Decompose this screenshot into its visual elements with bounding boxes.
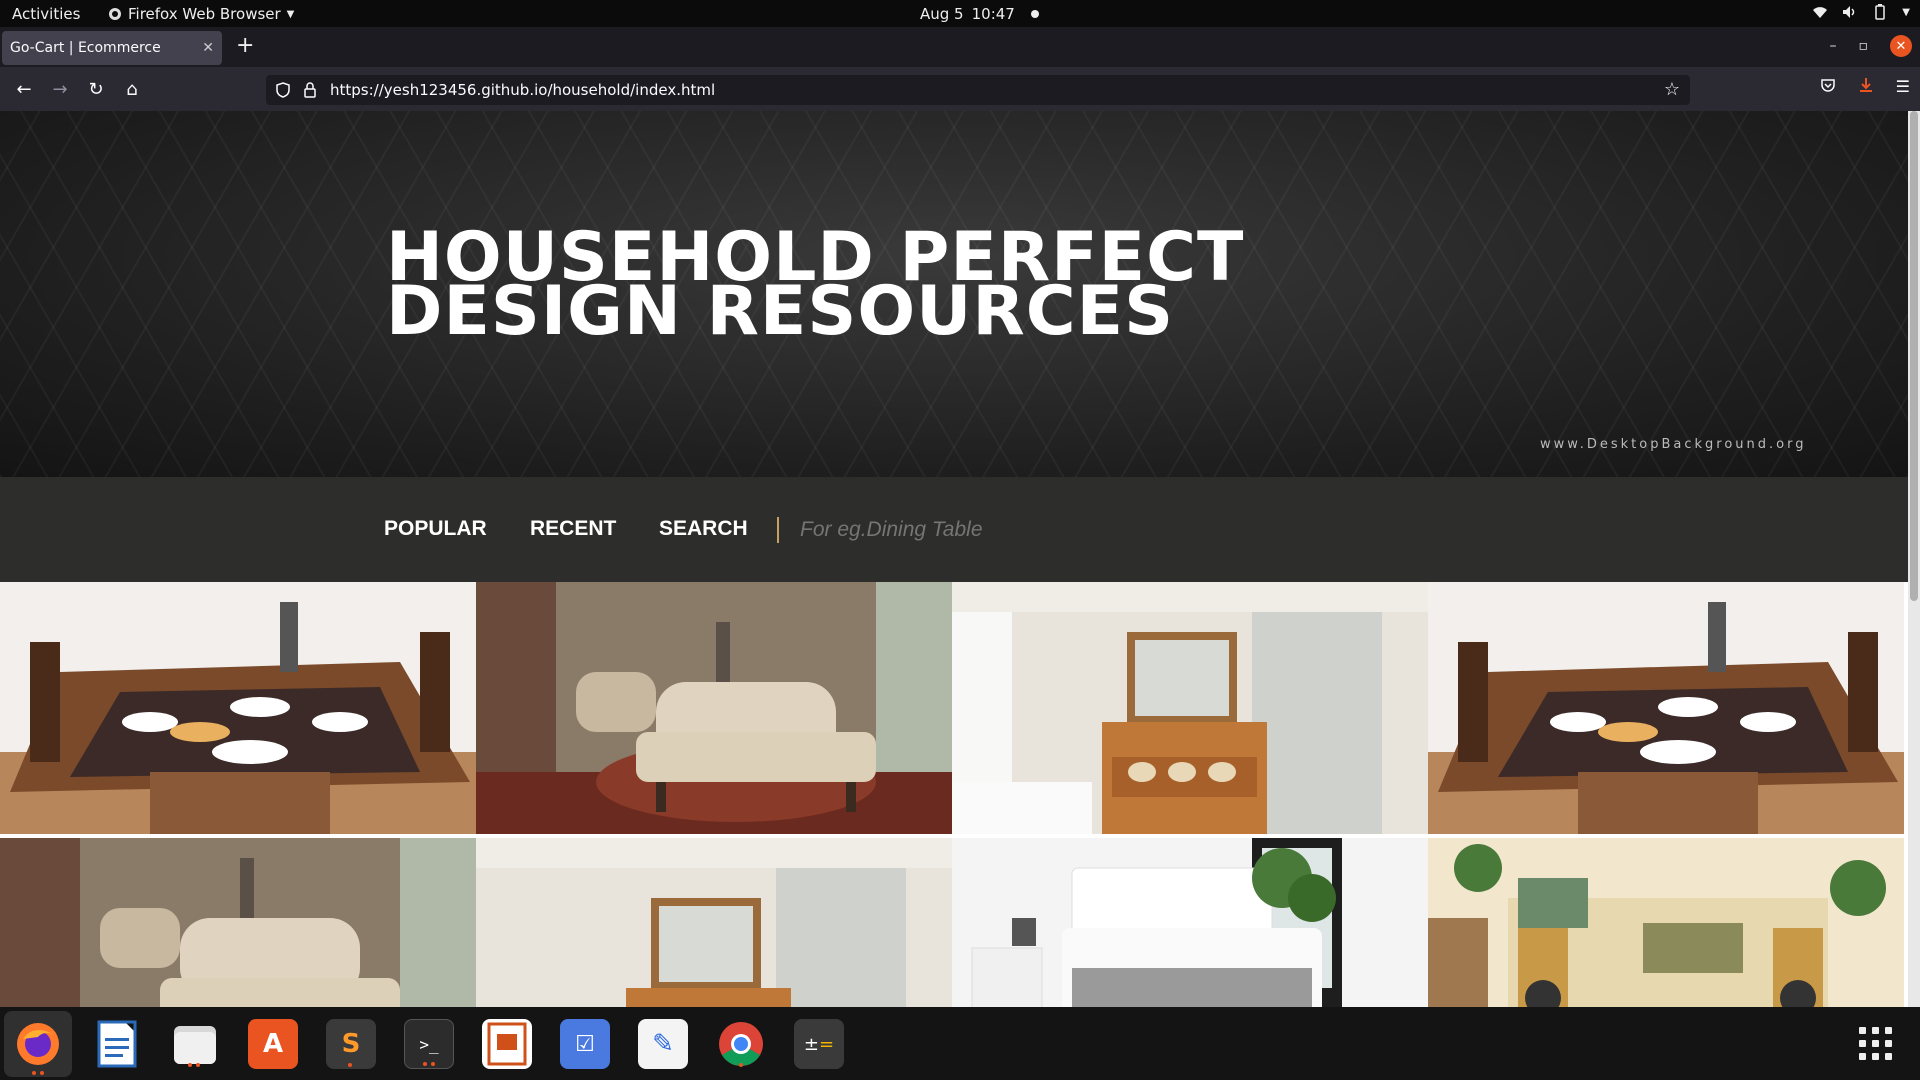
lock-icon[interactable]	[304, 82, 316, 98]
armchair-image	[0, 838, 476, 1007]
running-indicator	[32, 1071, 44, 1075]
menu-divider	[777, 517, 779, 543]
browser-nav-bar: ← → ↻ ⌂ https://yesh123456.github.io/hou…	[0, 67, 1920, 111]
bedroom-image	[952, 838, 1428, 1007]
terminal-icon: >_	[419, 1034, 439, 1054]
menu-popular[interactable]: POPULAR	[384, 517, 487, 541]
window-controls: – ▫ ✕	[1830, 35, 1912, 57]
power-menu-caret-icon: ▼	[1902, 6, 1910, 18]
firefox-icon	[17, 1023, 59, 1065]
search-input[interactable]	[800, 515, 1100, 545]
hero-title-line2: DESIGN RESOURCES	[386, 272, 1175, 351]
gallery-tile-living-room-shelf[interactable]	[1428, 838, 1904, 1007]
forward-arrow-icon[interactable]: →	[48, 77, 72, 101]
chrome-icon	[719, 1022, 763, 1066]
url-text: https://yesh123456.github.io/household/i…	[330, 81, 716, 99]
restore-button[interactable]: ▫	[1859, 38, 1869, 54]
dock-files[interactable]	[170, 1019, 220, 1069]
dining-table-image	[0, 582, 476, 834]
writer-icon	[97, 1020, 137, 1068]
address-bar[interactable]: https://yesh123456.github.io/household/i…	[266, 75, 1690, 105]
running-indicator	[739, 1063, 743, 1067]
dock-writer[interactable]	[92, 1019, 142, 1069]
activities-button[interactable]: Activities	[12, 5, 80, 23]
gallery-tile-armchair[interactable]	[0, 838, 476, 1007]
software-icon: A	[262, 1029, 284, 1059]
app-menu-label: Firefox Web Browser	[128, 5, 281, 23]
dock-sublime[interactable]: S	[326, 1019, 376, 1069]
running-indicator	[348, 1063, 352, 1067]
new-tab-button[interactable]: +	[236, 35, 254, 57]
toolbar-right: ☰	[1820, 77, 1910, 96]
armchair-image	[476, 582, 952, 834]
hero-banner: HOUSEHOLD PERFECT DESIGN RESOURCES www.D…	[0, 111, 1908, 477]
bathroom-vanity-image	[476, 838, 952, 1007]
caret-down-icon: ▼	[286, 8, 295, 20]
bathroom-vanity-image	[952, 582, 1428, 834]
home-icon[interactable]: ⌂	[120, 77, 144, 101]
download-icon[interactable]	[1858, 77, 1874, 93]
tab-close-icon[interactable]: ✕	[202, 40, 214, 56]
dock-software[interactable]: A	[248, 1019, 298, 1069]
app-menu[interactable]: Firefox Web Browser ▼	[108, 5, 294, 23]
back-arrow-icon[interactable]: ←	[12, 77, 36, 101]
gallery-tile-bathroom-vanity[interactable]	[476, 838, 952, 1007]
gallery-tile-armchair[interactable]	[476, 582, 952, 834]
bookmark-star-icon[interactable]: ☆	[1664, 79, 1680, 100]
calculator-icon: ±=	[803, 1033, 835, 1055]
hero-watermark: www.DesktopBackground.org	[1540, 437, 1807, 452]
volume-icon	[1843, 6, 1855, 18]
reload-icon[interactable]: ↻	[84, 77, 108, 101]
clock-time: 10:47	[971, 5, 1015, 23]
dock-chrome[interactable]	[716, 1019, 766, 1069]
dock-terminal[interactable]: >_	[404, 1019, 454, 1069]
running-indicator	[188, 1063, 200, 1067]
window-close-button[interactable]: ✕	[1890, 35, 1912, 57]
system-tray[interactable]: ▼	[1812, 4, 1910, 20]
tracking-shield-icon[interactable]	[276, 82, 290, 98]
notification-dot	[1030, 10, 1039, 18]
hero-title: HOUSEHOLD PERFECT DESIGN RESOURCES	[386, 224, 1286, 346]
gallery-tile-bedroom[interactable]	[952, 838, 1428, 1007]
wifi-icon	[1813, 7, 1828, 18]
hamburger-menu-icon[interactable]: ☰	[1896, 77, 1910, 96]
firefox-small-icon	[109, 8, 121, 20]
dock-editor[interactable]: ✎	[638, 1019, 688, 1069]
clock-date: Aug 5	[920, 5, 964, 23]
tasks-icon: ☑	[575, 1031, 595, 1057]
system-top-bar: Activities Firefox Web Browser ▼ Aug 5 1…	[0, 0, 1920, 27]
page-scrollbar[interactable]	[1908, 111, 1920, 1007]
dock-impress[interactable]	[482, 1019, 532, 1069]
ubuntu-dock: A S >_ ☑ ✎ ±=	[0, 1007, 1920, 1080]
browser-tab-bar: Go-Cart | Ecommerce ✕ + – ▫ ✕	[0, 27, 1920, 67]
impress-icon	[487, 1022, 527, 1066]
dock-firefox[interactable]	[4, 1011, 72, 1077]
living-room-shelf-image	[1428, 838, 1904, 1007]
gallery-tile-dining-table[interactable]	[1428, 582, 1904, 834]
dining-table-image	[1428, 582, 1904, 834]
web-page: HOUSEHOLD PERFECT DESIGN RESOURCES www.D…	[0, 111, 1920, 1007]
sublime-icon: S	[341, 1029, 361, 1059]
tab-title: Go-Cart | Ecommerce	[10, 40, 161, 56]
show-applications-icon[interactable]	[1859, 1027, 1892, 1060]
pocket-icon[interactable]	[1820, 77, 1836, 93]
browser-tab[interactable]: Go-Cart | Ecommerce ✕	[2, 31, 222, 65]
battery-icon	[1875, 4, 1886, 20]
scrollbar-thumb[interactable]	[1910, 111, 1918, 601]
minimize-button[interactable]: –	[1830, 38, 1837, 54]
menu-recent[interactable]: RECENT	[530, 517, 616, 541]
editor-icon: ✎	[652, 1029, 674, 1059]
menu-search[interactable]: SEARCH	[659, 517, 748, 541]
gallery-tile-dining-table[interactable]	[0, 582, 476, 834]
category-menu: POPULAR RECENT SEARCH	[0, 477, 1908, 582]
dock-tasks[interactable]: ☑	[560, 1019, 610, 1069]
dock-calculator[interactable]: ±=	[794, 1019, 844, 1069]
clock[interactable]: Aug 5 10:47	[920, 5, 1039, 23]
gallery-tile-bathroom-vanity[interactable]	[952, 582, 1428, 834]
running-indicator	[423, 1062, 435, 1066]
files-icon	[174, 1026, 216, 1064]
